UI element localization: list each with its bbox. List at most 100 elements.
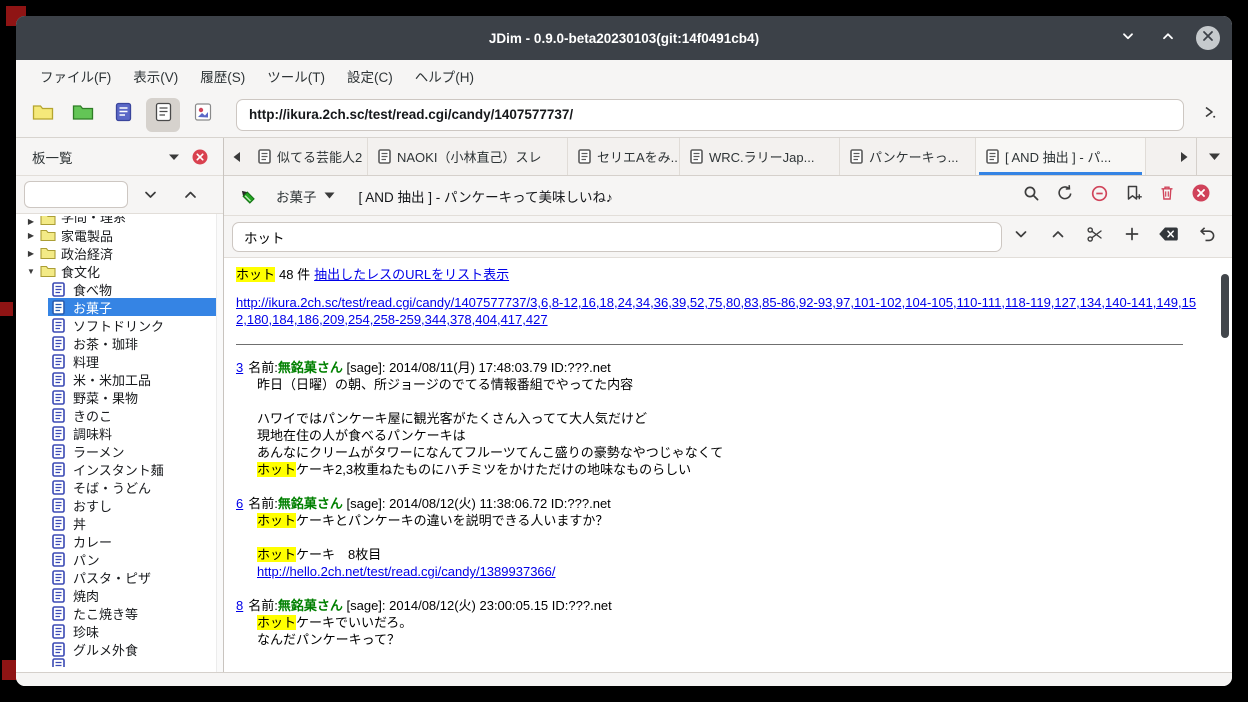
- sidebar-board-item[interactable]: カレー: [48, 532, 223, 550]
- sidebar-category-item[interactable]: ▼食文化: [16, 262, 223, 280]
- sidebar-board-item[interactable]: [48, 658, 223, 667]
- folder-green-icon: [72, 103, 94, 126]
- thread-view: ホット48 件抽出したレスのURLをリスト表示 http://ikura.2ch…: [224, 258, 1232, 672]
- dropdown-triangle-icon: [324, 192, 335, 199]
- sidebar-close-button[interactable]: [187, 148, 213, 166]
- add-condition-button[interactable]: [1113, 221, 1150, 253]
- board-view-button[interactable]: [106, 98, 140, 132]
- sidebar-category-item[interactable]: ▶学問・理系: [16, 216, 223, 226]
- bookmark-add-button[interactable]: [1116, 180, 1150, 212]
- titlebar[interactable]: JDim - 0.9.0-beta20230103(git:14f0491cb4…: [16, 16, 1232, 60]
- sidebar-board-item[interactable]: インスタント麺: [48, 460, 223, 478]
- sidebar-board-item[interactable]: お菓子: [48, 298, 223, 316]
- toolbar-overflow-button[interactable]: [1196, 98, 1222, 132]
- filter-input[interactable]: [232, 222, 1002, 252]
- sidebar-board-item[interactable]: 丼: [48, 514, 223, 532]
- folder-icon: [40, 216, 58, 226]
- sidebar-board-item[interactable]: パスタ・ピザ: [48, 568, 223, 586]
- undo-button[interactable]: [1187, 221, 1224, 253]
- stop-button[interactable]: [1082, 180, 1116, 212]
- sidebar-board-item[interactable]: 珍味: [48, 622, 223, 640]
- board-select-button[interactable]: お菓子: [270, 182, 341, 210]
- find-next-button[interactable]: [1002, 221, 1039, 253]
- menu-tools[interactable]: ツール(T): [259, 62, 333, 90]
- tab[interactable]: パンケーキっ...: [840, 138, 976, 175]
- delete-button[interactable]: [1150, 180, 1184, 212]
- post-number-link[interactable]: 8: [236, 598, 243, 613]
- tab[interactable]: WRC.ラリーJap...: [680, 138, 840, 175]
- sidebar-board-item[interactable]: 焼肉: [48, 586, 223, 604]
- minimize-button[interactable]: [1116, 26, 1140, 50]
- folder-icon: [40, 247, 58, 260]
- expander-closed-icon[interactable]: ▶: [24, 217, 38, 226]
- thread-view-button[interactable]: [146, 98, 180, 132]
- post-text: なんだパンケーキって？: [257, 632, 400, 647]
- menu-help[interactable]: ヘルプ(H): [407, 62, 482, 90]
- url-input[interactable]: [236, 99, 1184, 131]
- post-number-link[interactable]: 3: [236, 360, 243, 375]
- search-button[interactable]: [1014, 180, 1048, 212]
- wallpaper-fragment: [0, 302, 13, 316]
- sidebar-board-item[interactable]: 米・米加工品: [48, 370, 223, 388]
- sidebar-board-item[interactable]: 野菜・果物: [48, 388, 223, 406]
- thread-scrollbar-thumb[interactable]: [1221, 274, 1229, 338]
- maximize-button[interactable]: [1156, 26, 1180, 50]
- sidebar-board-item[interactable]: きのこ: [48, 406, 223, 424]
- tab-menu-button[interactable]: [1196, 138, 1232, 175]
- tab[interactable]: 似てる芸能人2: [248, 138, 368, 175]
- sidebar-board-item[interactable]: パン: [48, 550, 223, 568]
- close-tab-button[interactable]: [1184, 180, 1218, 212]
- sidebar-scrollbar[interactable]: [216, 214, 223, 672]
- sidebar-board-item[interactable]: そば・うどん: [48, 478, 223, 496]
- sidebar-board-item[interactable]: ソフトドリンク: [48, 316, 223, 334]
- tab-label: 似てる芸能人2: [277, 147, 362, 166]
- sidebar-board-item[interactable]: おすし: [48, 496, 223, 514]
- extract-button[interactable]: [1076, 221, 1113, 253]
- tree-item-label: 米・米加工品: [70, 370, 151, 389]
- highlighted-keyword: ホット: [257, 547, 296, 562]
- tab[interactable]: [ AND 抽出 ] - パ...: [976, 138, 1146, 175]
- tree-item-label: たこ焼き等: [70, 604, 138, 623]
- sidebar-board-item[interactable]: グルメ外食: [48, 640, 223, 658]
- separator: [236, 344, 1183, 345]
- list-urls-link[interactable]: 抽出したレスのURLをリスト表示: [314, 267, 509, 282]
- sidebar-board-item[interactable]: ラーメン: [48, 442, 223, 460]
- menu-file[interactable]: ファイル(F): [32, 62, 119, 90]
- clear-button[interactable]: [1150, 221, 1187, 253]
- find-prev-button[interactable]: [1039, 221, 1076, 253]
- sidebar-board-item[interactable]: 調味料: [48, 424, 223, 442]
- post-number-link[interactable]: 6: [236, 496, 243, 511]
- tree-item-label: 家電製品: [58, 226, 113, 245]
- menu-settings[interactable]: 設定(C): [339, 62, 401, 90]
- tab[interactable]: セリエAをみ...: [568, 138, 680, 175]
- sidebar-board-item[interactable]: 食べ物: [48, 280, 223, 298]
- menu-view[interactable]: 表示(V): [125, 62, 186, 90]
- post-url-link[interactable]: http://hello.2ch.net/test/read.cgi/candy…: [257, 564, 556, 579]
- tab-doc-icon: [578, 149, 591, 164]
- extracted-res-url-link[interactable]: http://ikura.2ch.sc/test/read.cgi/candy/…: [236, 294, 1201, 328]
- search-prev-button[interactable]: [172, 181, 208, 209]
- sidebar-board-item[interactable]: お茶・珈琲: [48, 334, 223, 352]
- board-doc-icon: [52, 588, 70, 603]
- expander-closed-icon[interactable]: ▶: [24, 249, 38, 258]
- close-button[interactable]: [1196, 26, 1220, 50]
- sidebar-category-item[interactable]: ▶ 家電製品: [16, 226, 223, 244]
- expander-open-icon[interactable]: ▼: [24, 267, 38, 276]
- board-search-input[interactable]: [24, 181, 128, 208]
- tab-scroll-left-button[interactable]: [224, 138, 248, 175]
- reload-button[interactable]: [1048, 180, 1082, 212]
- bbslist-button[interactable]: [26, 98, 60, 132]
- image-view-button[interactable]: [186, 98, 220, 132]
- sidebar-category-item[interactable]: ▶政治経済: [16, 244, 223, 262]
- favorites-button[interactable]: [66, 98, 100, 132]
- search-next-button[interactable]: [132, 181, 168, 209]
- expander-closed-icon[interactable]: ▶: [24, 231, 38, 240]
- tab[interactable]: NAOKI（小林直己）スレ: [368, 138, 568, 175]
- sidebar-board-item[interactable]: たこ焼き等: [48, 604, 223, 622]
- sidebar-mode-dropdown[interactable]: [161, 153, 187, 161]
- tab-scroll-right-button[interactable]: [1172, 138, 1196, 175]
- menu-history[interactable]: 履歴(S): [192, 62, 253, 90]
- board-doc-icon: [52, 336, 70, 351]
- post-text: 昨日（日曜）の朝、所ジョージのでてる情報番組でやってた内容: [257, 377, 633, 392]
- sidebar-board-item[interactable]: 料理: [48, 352, 223, 370]
